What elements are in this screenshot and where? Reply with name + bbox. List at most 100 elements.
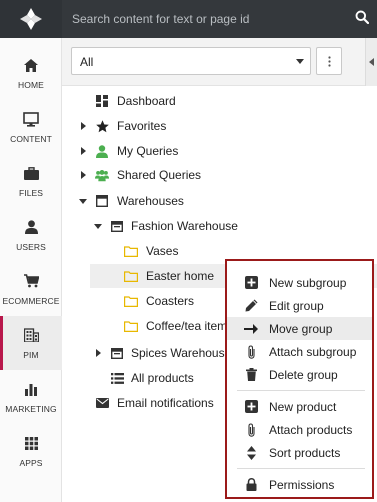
menu-item-edit-group[interactable]: Edit group bbox=[227, 294, 372, 317]
user-icon bbox=[22, 218, 40, 236]
briefcase-icon bbox=[22, 164, 40, 182]
rail-content[interactable]: CONTENT bbox=[0, 100, 62, 154]
bar-chart-icon bbox=[22, 380, 40, 398]
caret-down-icon bbox=[79, 198, 87, 204]
menu-item-label: Permissions bbox=[269, 477, 335, 492]
menu-item-label: Edit group bbox=[269, 298, 324, 313]
menu-divider bbox=[237, 468, 365, 469]
rail-apps[interactable]: APPS bbox=[0, 424, 62, 478]
caret-right-icon bbox=[80, 122, 86, 130]
menu-item-new-product[interactable]: New product bbox=[227, 395, 372, 418]
rail-users-label: USERS bbox=[16, 242, 46, 252]
arrow-right-icon bbox=[244, 322, 258, 336]
rail-users[interactable]: USERS bbox=[0, 208, 62, 262]
monitor-icon bbox=[22, 110, 40, 128]
collapse-toggle[interactable] bbox=[93, 221, 103, 231]
sort-icon bbox=[244, 445, 258, 460]
caret-down-icon bbox=[94, 223, 102, 229]
kebab-icon bbox=[327, 55, 331, 67]
caret-right-icon bbox=[80, 147, 86, 155]
rail-pim[interactable]: PIM bbox=[0, 316, 62, 370]
menu-item-new-subgroup[interactable]: New subgroup bbox=[227, 271, 372, 294]
home-icon bbox=[22, 56, 40, 74]
menu-item-attach-subgroup[interactable]: Attach subgroup bbox=[227, 340, 372, 363]
cart-icon bbox=[22, 272, 40, 290]
rail-marketing[interactable]: MARKETING bbox=[0, 370, 62, 424]
chevron-down-icon bbox=[296, 59, 304, 64]
search-input[interactable] bbox=[72, 9, 342, 29]
tree-item-dashboard[interactable]: Dashboard bbox=[62, 89, 377, 113]
plus-square-icon bbox=[244, 276, 258, 290]
chevron-left-icon bbox=[369, 58, 374, 66]
trash-icon bbox=[244, 368, 258, 382]
tree-label: Spices Warehouse bbox=[131, 346, 232, 360]
warehouse-icon bbox=[110, 346, 124, 360]
collapse-toggle[interactable] bbox=[78, 196, 88, 206]
tree-label: Email notifications bbox=[117, 396, 214, 410]
tree-item-shared-queries[interactable]: Shared Queries bbox=[62, 163, 377, 187]
tree-label: Coasters bbox=[146, 294, 195, 308]
expand-toggle[interactable] bbox=[93, 348, 103, 358]
menu-item-permissions[interactable]: Permissions bbox=[227, 473, 372, 496]
menu-item-label: Attach products bbox=[269, 422, 353, 437]
tree-label: Coffee/tea items bbox=[146, 319, 234, 333]
app-logo[interactable] bbox=[0, 0, 62, 38]
rail-home-label: HOME bbox=[18, 80, 44, 90]
lock-icon bbox=[244, 478, 258, 492]
tree-label: My Queries bbox=[117, 144, 179, 158]
tree-label: Easter home bbox=[146, 269, 215, 283]
tree-label: Dashboard bbox=[117, 94, 176, 108]
left-rail: HOME CONTENT FILES USERS ECOMMERCE PIM M… bbox=[0, 0, 62, 502]
collapse-panel-toggle[interactable] bbox=[365, 38, 377, 86]
filter-select[interactable]: All bbox=[71, 47, 311, 75]
plus-square-icon bbox=[244, 400, 258, 414]
tree-label: Vases bbox=[146, 244, 179, 258]
search-icon[interactable] bbox=[355, 10, 371, 26]
rail-files[interactable]: FILES bbox=[0, 154, 62, 208]
rail-content-label: CONTENT bbox=[10, 134, 52, 144]
more-options-button[interactable] bbox=[316, 47, 342, 75]
menu-item-label: New product bbox=[269, 399, 337, 414]
menu-item-label: Attach subgroup bbox=[269, 344, 357, 359]
rail-files-label: FILES bbox=[18, 188, 44, 198]
star-icon bbox=[95, 119, 109, 133]
menu-divider bbox=[237, 390, 365, 391]
expand-toggle[interactable] bbox=[78, 121, 88, 131]
menu-item-move-group[interactable]: Move group bbox=[227, 317, 372, 340]
rail-pim-label: PIM bbox=[23, 350, 39, 360]
tree-label: Warehouses bbox=[117, 194, 184, 208]
filter-select-value: All bbox=[80, 55, 94, 69]
paperclip-icon bbox=[244, 422, 258, 437]
grid-icon bbox=[22, 434, 40, 452]
tree-label: Fashion Warehouse bbox=[131, 219, 238, 233]
tree-item-warehouses[interactable]: Warehouses bbox=[62, 189, 377, 213]
rail-home[interactable]: HOME bbox=[0, 46, 62, 100]
filter-toolbar: All bbox=[62, 38, 377, 86]
folder-icon bbox=[124, 269, 138, 283]
folder-icon bbox=[124, 319, 138, 333]
envelope-icon bbox=[95, 396, 109, 410]
rail-marketing-label: MARKETING bbox=[5, 404, 57, 414]
menu-item-label: New subgroup bbox=[269, 275, 347, 290]
box-icon bbox=[95, 194, 109, 208]
expand-toggle[interactable] bbox=[78, 146, 88, 156]
rail-ecommerce[interactable]: ECOMMERCE bbox=[0, 262, 62, 316]
tree-item-fashion-warehouse[interactable]: Fashion Warehouse bbox=[62, 214, 377, 238]
list-icon bbox=[110, 371, 124, 385]
menu-item-sort-products[interactable]: Sort products bbox=[227, 441, 372, 464]
menu-item-delete-group[interactable]: Delete group bbox=[227, 363, 372, 386]
building-icon bbox=[22, 326, 40, 344]
folder-icon bbox=[124, 294, 138, 308]
menu-item-label: Delete group bbox=[269, 367, 338, 382]
tree-label: Favorites bbox=[117, 119, 167, 133]
context-menu: New subgroup Edit group Move group Attac… bbox=[225, 259, 374, 499]
menu-item-label: Move group bbox=[269, 321, 333, 336]
expand-toggle[interactable] bbox=[78, 170, 88, 180]
warehouse-icon bbox=[110, 219, 124, 233]
dashboard-icon bbox=[95, 94, 109, 108]
tree-item-favorites[interactable]: Favorites bbox=[62, 114, 377, 138]
menu-item-attach-products[interactable]: Attach products bbox=[227, 418, 372, 441]
tree-label: All products bbox=[131, 371, 194, 385]
tree-item-my-queries[interactable]: My Queries bbox=[62, 139, 377, 163]
pencil-icon bbox=[244, 299, 258, 313]
